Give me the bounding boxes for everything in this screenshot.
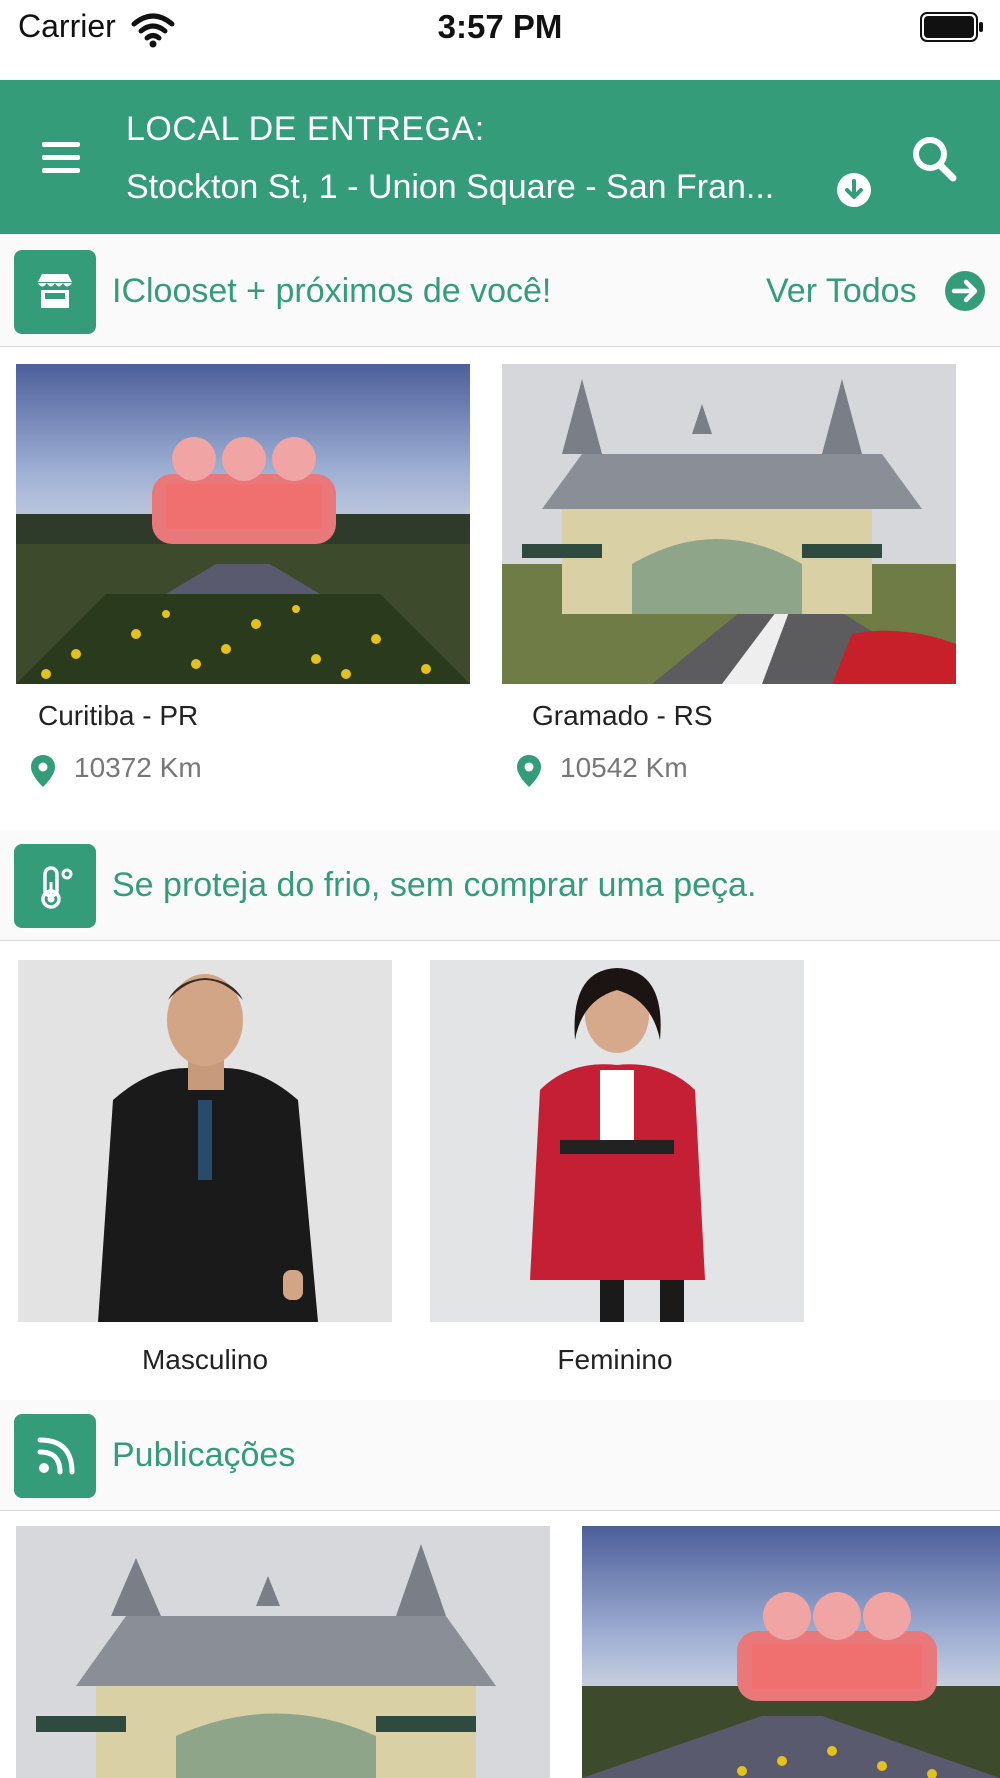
search-icon[interactable] bbox=[905, 132, 965, 188]
category-image-masculino[interactable] bbox=[18, 960, 392, 1322]
store-distance: 10372 Km bbox=[74, 752, 202, 783]
cold-section-title: Se proteja do frio, sem comprar uma peça… bbox=[112, 866, 757, 904]
cold-section-header: Se proteja do frio, sem comprar uma peça… bbox=[0, 830, 1000, 941]
category-label: Masculino bbox=[141, 1344, 269, 1375]
stores-section-header: IClooset + próximos de você! Ver Todos bbox=[0, 236, 1000, 347]
delivery-header: LOCAL DE ENTREGA: Stockton St, 1 - Union… bbox=[0, 80, 1000, 234]
arrow-down-circle-icon[interactable] bbox=[836, 172, 872, 208]
store-icon bbox=[14, 250, 96, 334]
location-pin-icon bbox=[31, 755, 55, 787]
post-image[interactable] bbox=[582, 1526, 1000, 1778]
arrow-right-circle-icon[interactable] bbox=[944, 270, 986, 312]
category-image-feminino[interactable] bbox=[430, 960, 804, 1322]
category-label: Feminino bbox=[557, 1344, 673, 1375]
store-image-curitiba[interactable] bbox=[16, 364, 470, 684]
post-image[interactable] bbox=[16, 1526, 550, 1778]
see-all-link[interactable]: Ver Todos bbox=[766, 272, 917, 311]
delivery-label: LOCAL DE ENTREGA: bbox=[126, 110, 485, 148]
thermometer-icon bbox=[14, 844, 96, 928]
battery-icon bbox=[920, 12, 983, 42]
store-name: Gramado - RS bbox=[532, 700, 713, 731]
location-pin-icon bbox=[517, 755, 541, 787]
posts-section-title: Publicações bbox=[112, 1436, 296, 1474]
rss-icon bbox=[14, 1414, 96, 1498]
stores-section-title: IClooset + próximos de você! bbox=[112, 272, 552, 310]
menu-icon[interactable] bbox=[32, 132, 92, 184]
store-image-gramado[interactable] bbox=[502, 364, 956, 684]
status-bar: Carrier 3:57 PM bbox=[0, 0, 1000, 80]
store-name: Curitiba - PR bbox=[38, 700, 199, 731]
delivery-address[interactable]: Stockton St, 1 - Union Square - San Fran… bbox=[126, 168, 774, 207]
store-distance: 10542 Km bbox=[560, 752, 688, 783]
status-time: 3:57 PM bbox=[437, 8, 563, 45]
posts-section-header: Publicações bbox=[0, 1400, 1000, 1511]
